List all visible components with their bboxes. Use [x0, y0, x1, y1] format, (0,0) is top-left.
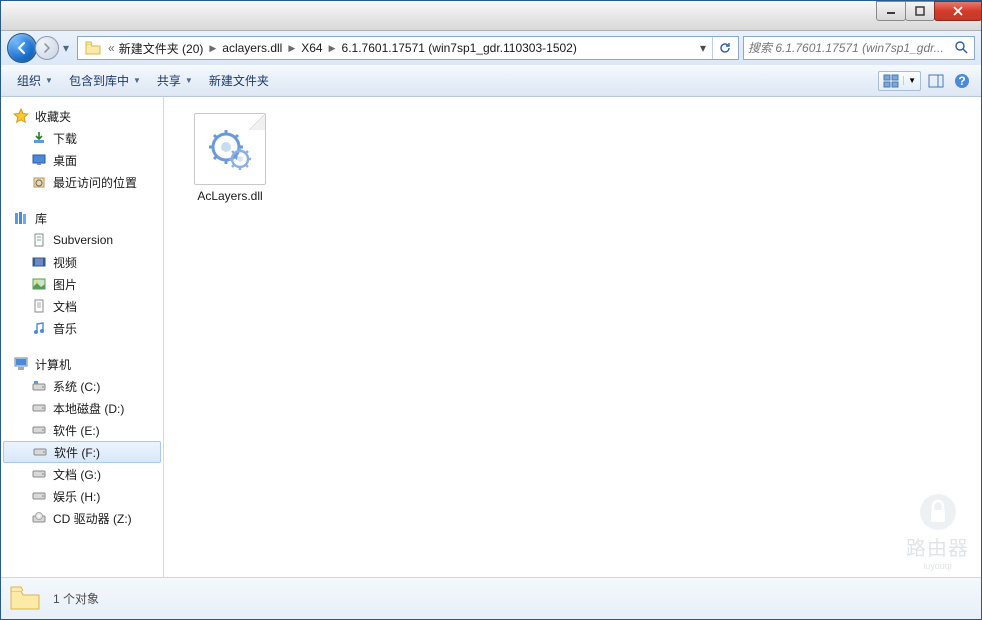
navigation-pane[interactable]: 收藏夹 下载 桌面 最近访问的位置 库 [1, 97, 164, 577]
explorer-window: ▾ « 新建文件夹 (20) ▶ aclayers.dll ▶ X64 ▶ 6.… [0, 0, 982, 620]
preview-pane-button[interactable] [925, 70, 947, 92]
search-icon[interactable] [954, 40, 970, 56]
computer-header[interactable]: 计算机 [1, 353, 163, 375]
svg-text:?: ? [958, 74, 965, 88]
document-icon [31, 232, 47, 248]
new-folder-button[interactable]: 新建文件夹 [201, 68, 277, 93]
drive-icon [32, 444, 48, 460]
view-mode-button[interactable]: ▼ [878, 71, 921, 91]
chevron-right-icon: ▶ [284, 43, 299, 54]
picture-icon [31, 276, 47, 292]
file-item[interactable]: AcLayers.dll [180, 113, 280, 203]
sidebar-item-drive-g[interactable]: 文档 (G:) [1, 463, 163, 485]
libraries-header[interactable]: 库 [1, 207, 163, 229]
window-controls [876, 1, 981, 21]
cd-drive-icon [31, 510, 47, 526]
chevron-right-icon: ▶ [205, 43, 220, 54]
sidebar-item-pictures[interactable]: 图片 [1, 273, 163, 295]
nav-history-dropdown[interactable]: ▾ [59, 36, 73, 60]
address-bar: ▾ « 新建文件夹 (20) ▶ aclayers.dll ▶ X64 ▶ 6.… [1, 31, 981, 65]
minimize-button[interactable] [876, 1, 906, 21]
library-icon [13, 210, 29, 226]
file-label: AcLayers.dll [197, 189, 262, 203]
folder-icon [84, 39, 102, 57]
chevron-right-icon: ▶ [325, 43, 340, 54]
search-input[interactable] [748, 41, 954, 55]
music-icon [31, 320, 47, 336]
breadcrumb-dropdown[interactable]: ▾ [694, 41, 712, 55]
sidebar-item-videos[interactable]: 视频 [1, 251, 163, 273]
status-bar: 1 个对象 [1, 577, 981, 619]
search-box[interactable] [743, 36, 975, 60]
sidebar-item-drive-f[interactable]: 软件 (F:) [3, 441, 161, 463]
desktop-icon [31, 152, 47, 168]
breadcrumb-item[interactable]: X64 [299, 41, 324, 55]
favorites-header[interactable]: 收藏夹 [1, 105, 163, 127]
sidebar-item-documents[interactable]: 文档 [1, 295, 163, 317]
toolbar: 组织▼ 包含到库中▼ 共享▼ 新建文件夹 ▼ ? [1, 65, 981, 97]
computer-icon [13, 356, 29, 372]
star-icon [13, 108, 29, 124]
sidebar-item-drive-d[interactable]: 本地磁盘 (D:) [1, 397, 163, 419]
content-pane[interactable]: AcLayers.dll [164, 97, 981, 577]
drive-icon [31, 422, 47, 438]
body: 收藏夹 下载 桌面 最近访问的位置 库 [1, 97, 981, 577]
maximize-button[interactable] [905, 1, 935, 21]
drive-icon [31, 378, 47, 394]
drive-icon [31, 488, 47, 504]
sidebar-item-desktop[interactable]: 桌面 [1, 149, 163, 171]
document-icon [31, 298, 47, 314]
sidebar-item-drive-h[interactable]: 娱乐 (H:) [1, 485, 163, 507]
dll-file-icon [194, 113, 266, 185]
close-button[interactable] [934, 1, 982, 21]
sidebar-item-drive-e[interactable]: 软件 (E:) [1, 419, 163, 441]
computer-group: 计算机 系统 (C:) 本地磁盘 (D:) 软件 (E:) 软件 (F:) [1, 353, 163, 529]
drive-icon [31, 400, 47, 416]
breadcrumb-item[interactable]: aclayers.dll [220, 41, 284, 55]
sidebar-item-downloads[interactable]: 下载 [1, 127, 163, 149]
sidebar-item-subversion[interactable]: Subversion [1, 229, 163, 251]
recent-icon [31, 174, 47, 190]
sidebar-item-drive-z[interactable]: CD 驱动器 (Z:) [1, 507, 163, 529]
help-button[interactable]: ? [951, 70, 973, 92]
include-library-menu[interactable]: 包含到库中▼ [61, 68, 149, 93]
folder-icon [9, 583, 41, 615]
titlebar [1, 1, 981, 31]
breadcrumb-item[interactable]: 新建文件夹 (20) [117, 40, 206, 57]
downloads-icon [31, 130, 47, 146]
organize-menu[interactable]: 组织▼ [9, 68, 61, 93]
breadcrumb-item[interactable]: 6.1.7601.17571 (win7sp1_gdr.110303-1502) [340, 41, 579, 55]
share-menu[interactable]: 共享▼ [149, 68, 201, 93]
drive-icon [31, 466, 47, 482]
view-icon [883, 74, 899, 88]
sidebar-item-music[interactable]: 音乐 [1, 317, 163, 339]
video-icon [31, 254, 47, 270]
sidebar-item-recent[interactable]: 最近访问的位置 [1, 171, 163, 193]
refresh-button[interactable] [712, 37, 736, 59]
libraries-group: 库 Subversion 视频 图片 文档 [1, 207, 163, 339]
breadcrumb[interactable]: « 新建文件夹 (20) ▶ aclayers.dll ▶ X64 ▶ 6.1.… [77, 36, 739, 60]
status-text: 1 个对象 [53, 590, 99, 607]
breadcrumb-prefix: « [106, 41, 117, 55]
nav-forward-button[interactable] [35, 36, 59, 60]
favorites-group: 收藏夹 下载 桌面 最近访问的位置 [1, 105, 163, 193]
sidebar-item-drive-c[interactable]: 系统 (C:) [1, 375, 163, 397]
nav-back-button[interactable] [7, 33, 37, 63]
